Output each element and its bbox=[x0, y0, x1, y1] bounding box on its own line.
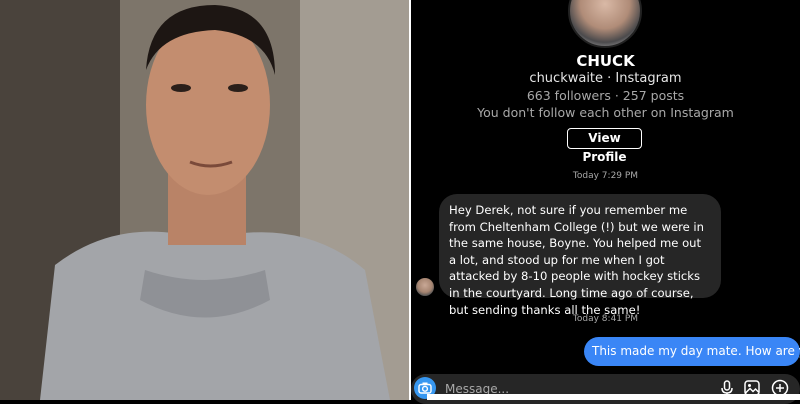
view-profile-button[interactable]: View Profile bbox=[567, 128, 642, 164]
message-timestamp: Today 8:41 PM bbox=[572, 314, 639, 324]
message-timestamp: Today 7:29 PM bbox=[572, 171, 639, 181]
profile-avatar[interactable] bbox=[568, 0, 642, 48]
outgoing-message-bubble[interactable]: This made my day mate. How are you? bbox=[584, 337, 800, 366]
instagram-dm-panel: CHUCK chuckwaite · Instagram 663 followe… bbox=[411, 0, 800, 404]
incoming-message-bubble[interactable]: Hey Derek, not sure if you remember me f… bbox=[439, 194, 721, 317]
profile-name: CHUCK bbox=[576, 52, 635, 70]
camera-icon bbox=[418, 382, 432, 394]
portrait-illustration bbox=[0, 0, 409, 400]
follow-status-note: You don't follow each other on Instagram bbox=[477, 105, 734, 120]
portrait-photo bbox=[0, 0, 409, 400]
profile-stats: 663 followers · 257 posts bbox=[526, 88, 685, 103]
sender-avatar[interactable] bbox=[416, 278, 434, 296]
profile-handle: chuckwaite · Instagram bbox=[529, 71, 682, 86]
bottom-edge-strip bbox=[427, 394, 800, 400]
